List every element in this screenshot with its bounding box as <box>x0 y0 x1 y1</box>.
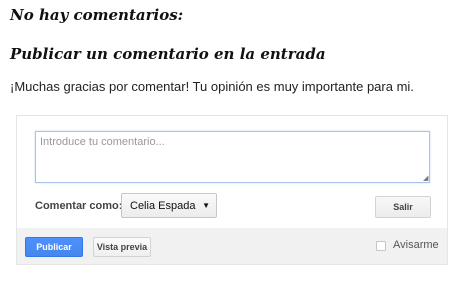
identity-selected-value: Celia Espada ( <box>130 199 199 212</box>
no-comments-heading: No hay comentarios: <box>10 6 184 24</box>
notify-checkbox[interactable] <box>376 241 386 251</box>
comment-textarea[interactable] <box>35 131 430 183</box>
resize-grip-icon[interactable]: ◢ <box>423 175 429 182</box>
identity-select[interactable]: Celia Espada ( ▼ <box>121 193 217 218</box>
signout-button[interactable]: Salir <box>375 196 431 218</box>
publish-button[interactable]: Publicar <box>25 237 83 257</box>
thanks-message: ¡Muchas gracias por comentar! Tu opinión… <box>10 79 414 94</box>
preview-button[interactable]: Vista previa <box>93 237 151 257</box>
form-footer: Publicar Vista previa Avisarme <box>17 228 447 264</box>
notify-label[interactable]: Avisarme <box>393 239 439 251</box>
comment-form: ◢ Comentar como: Celia Espada ( ▼ Salir … <box>16 115 448 265</box>
caret-down-icon: ▼ <box>202 201 210 210</box>
comment-as-label: Comentar como: <box>35 200 123 212</box>
post-comment-heading: Publicar un comentario en la entrada <box>10 45 326 63</box>
